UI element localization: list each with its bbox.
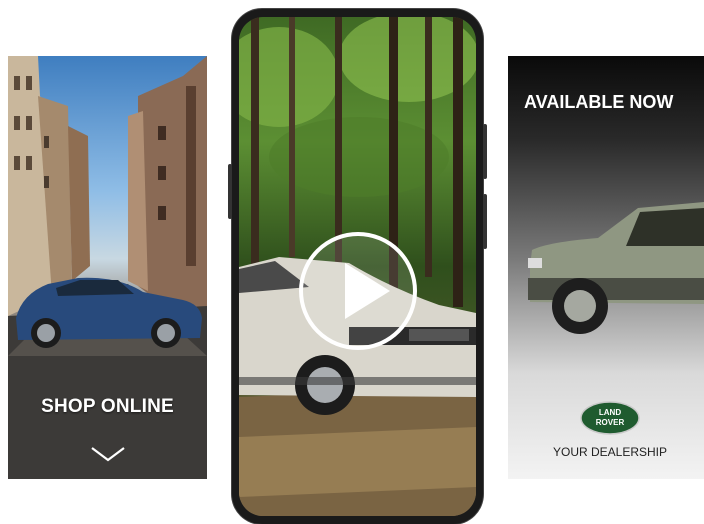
play-icon[interactable] [298, 231, 418, 351]
phone-side-button [483, 194, 487, 249]
dealership-label: YOUR DEALERSHIP [552, 445, 668, 459]
chevron-down-icon[interactable] [90, 444, 126, 464]
shop-online-ad[interactable]: SHOP ONLINE [8, 56, 207, 479]
phone-frame [228, 9, 487, 524]
phone-side-button [228, 164, 232, 219]
svg-text:LAND: LAND [599, 408, 621, 417]
phone-side-button [483, 124, 487, 179]
video-player[interactable] [239, 17, 476, 516]
available-now-ad[interactable]: AVAILABLE NOW LAND ROVER YOUR DEALERSHIP [508, 56, 704, 479]
svg-text:ROVER: ROVER [596, 418, 625, 427]
shop-online-label[interactable]: SHOP ONLINE [8, 396, 207, 418]
available-now-headline: AVAILABLE NOW [524, 92, 674, 112]
defender-image [528, 202, 704, 334]
land-rover-logo: LAND ROVER [580, 401, 640, 435]
